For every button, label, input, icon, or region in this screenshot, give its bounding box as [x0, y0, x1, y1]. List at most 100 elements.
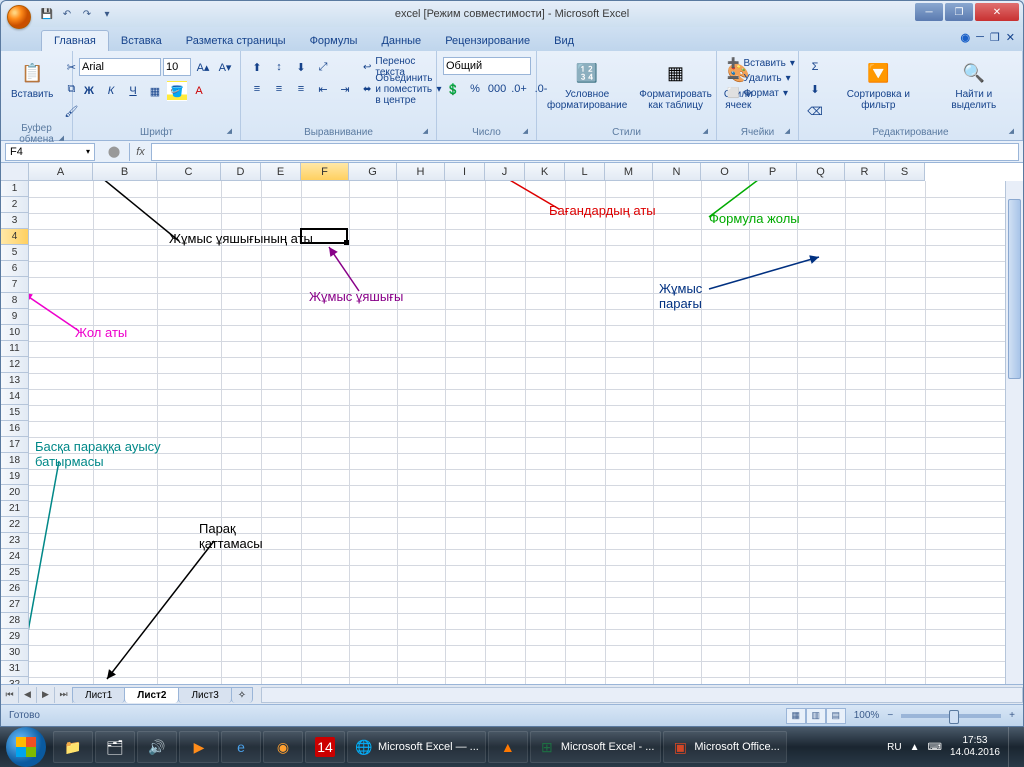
autosum-icon[interactable]: Σ [805, 57, 825, 77]
row-header-17[interactable]: 17 [1, 437, 29, 453]
row-header-10[interactable]: 10 [1, 325, 29, 341]
format-cells-button[interactable]: ⬜Формат▾ [723, 87, 799, 100]
sheet-nav-first[interactable]: ⏮ [1, 687, 19, 703]
column-header-B[interactable]: B [93, 163, 157, 181]
view-normal-icon[interactable]: ▦ [786, 708, 806, 724]
row-header-20[interactable]: 20 [1, 485, 29, 501]
office-button[interactable] [7, 5, 31, 29]
row-header-9[interactable]: 9 [1, 309, 29, 325]
show-desktop-button[interactable] [1008, 727, 1020, 767]
column-header-O[interactable]: O [701, 163, 749, 181]
fill-color-icon[interactable]: 🪣 [167, 81, 187, 101]
row-header-30[interactable]: 30 [1, 645, 29, 661]
redo-icon[interactable]: ↷ [79, 6, 95, 22]
column-header-F[interactable]: F [301, 163, 349, 181]
column-header-I[interactable]: I [445, 163, 485, 181]
undo-icon[interactable]: ↶ [59, 6, 75, 22]
cells-area[interactable]: Жұмыс ұяшығының аты Жұмыс ұяшығы Бағанда… [29, 181, 1005, 684]
row-header-2[interactable]: 2 [1, 197, 29, 213]
clear-icon[interactable]: ⌫ [805, 101, 825, 121]
zoom-out-icon[interactable]: − [887, 710, 893, 721]
formula-input[interactable] [151, 143, 1019, 161]
doc-close-icon[interactable]: ✕ [1006, 31, 1015, 44]
column-header-R[interactable]: R [845, 163, 885, 181]
column-header-H[interactable]: H [397, 163, 445, 181]
shrink-font-icon[interactable]: A▾ [215, 57, 235, 77]
column-header-D[interactable]: D [221, 163, 261, 181]
column-header-S[interactable]: S [885, 163, 925, 181]
row-header-6[interactable]: 6 [1, 261, 29, 277]
taskbar-powerpoint[interactable]: ▣Microsoft Office... [663, 731, 786, 763]
sheet-tab-3[interactable]: Лист3 [178, 687, 231, 703]
find-select-button[interactable]: 🔍Найти и выделить [932, 57, 1016, 113]
row-header-21[interactable]: 21 [1, 501, 29, 517]
vertical-scrollbar[interactable] [1005, 181, 1023, 684]
bold-button[interactable]: Ж [79, 81, 99, 101]
column-header-G[interactable]: G [349, 163, 397, 181]
column-header-E[interactable]: E [261, 163, 301, 181]
tab-insert[interactable]: Вставка [109, 31, 174, 51]
active-cell[interactable] [300, 228, 348, 244]
row-header-4[interactable]: 4 [1, 229, 29, 245]
row-header-13[interactable]: 13 [1, 373, 29, 389]
italic-button[interactable]: К [101, 81, 121, 101]
align-right-icon[interactable]: ≡ [291, 79, 311, 99]
paste-button[interactable]: 📋 Вставить [7, 57, 57, 102]
row-header-18[interactable]: 18 [1, 453, 29, 469]
border-icon[interactable]: ▦ [145, 81, 165, 101]
minimize-ribbon-icon[interactable]: ─ [976, 31, 984, 44]
help-icon[interactable]: ◉ [961, 31, 971, 44]
tab-review[interactable]: Рецензирование [433, 31, 542, 51]
row-header-19[interactable]: 19 [1, 469, 29, 485]
tray-clock[interactable]: 17:53 14.04.2016 [950, 735, 1000, 759]
align-bottom-icon[interactable]: ⬇ [291, 57, 311, 77]
column-header-C[interactable]: C [157, 163, 221, 181]
row-header-29[interactable]: 29 [1, 629, 29, 645]
merge-button[interactable]: ⬌Объединить и поместить в центре▾ [359, 79, 446, 99]
indent-inc-icon[interactable]: ⇥ [335, 79, 355, 99]
taskbar-sound[interactable]: 🔊 [137, 731, 177, 763]
fill-icon[interactable]: ⬇ [805, 79, 825, 99]
view-break-icon[interactable]: ▤ [826, 708, 846, 724]
column-header-Q[interactable]: Q [797, 163, 845, 181]
row-header-8[interactable]: 8 [1, 293, 29, 309]
sheet-nav-prev[interactable]: ◀ [19, 687, 37, 703]
taskbar-app2[interactable]: 14 [305, 731, 345, 763]
row-header-23[interactable]: 23 [1, 533, 29, 549]
worksheet-grid[interactable]: ABCDEFGHIJKLMNOPQRS 12345678910111213141… [1, 163, 1023, 684]
font-name-input[interactable] [79, 58, 161, 76]
align-center-icon[interactable]: ≡ [269, 79, 289, 99]
start-button[interactable] [6, 727, 46, 767]
currency-icon[interactable]: 💲 [443, 79, 463, 99]
save-icon[interactable]: 💾 [39, 6, 55, 22]
row-header-27[interactable]: 27 [1, 597, 29, 613]
column-header-J[interactable]: J [485, 163, 525, 181]
font-size-input[interactable] [163, 58, 191, 76]
row-header-16[interactable]: 16 [1, 421, 29, 437]
row-header-31[interactable]: 31 [1, 661, 29, 677]
row-header-26[interactable]: 26 [1, 581, 29, 597]
column-header-L[interactable]: L [565, 163, 605, 181]
taskbar-ie[interactable]: e [221, 731, 261, 763]
column-header-K[interactable]: K [525, 163, 565, 181]
format-table-button[interactable]: ▦Форматировать как таблицу [635, 57, 716, 113]
tab-layout[interactable]: Разметка страницы [174, 31, 298, 51]
tab-home[interactable]: Главная [41, 30, 109, 51]
taskbar-explorer[interactable]: 📁 [53, 731, 93, 763]
row-header-22[interactable]: 22 [1, 517, 29, 533]
view-layout-icon[interactable]: ▥ [806, 708, 826, 724]
zoom-slider[interactable] [901, 714, 1001, 718]
align-left-icon[interactable]: ≡ [247, 79, 267, 99]
row-header-3[interactable]: 3 [1, 213, 29, 229]
sheet-tab-2[interactable]: Лист2 [124, 687, 179, 703]
percent-icon[interactable]: % [465, 79, 485, 99]
grow-font-icon[interactable]: A▴ [193, 57, 213, 77]
horizontal-scrollbar[interactable] [261, 687, 1023, 703]
tray-lang[interactable]: RU [887, 742, 901, 753]
fx-button[interactable]: fx [129, 143, 151, 161]
column-header-M[interactable]: M [605, 163, 653, 181]
taskbar-app1[interactable]: ◉ [263, 731, 303, 763]
sort-filter-button[interactable]: 🔽Сортировка и фильтр [829, 57, 928, 113]
row-header-28[interactable]: 28 [1, 613, 29, 629]
font-color-icon[interactable]: A [189, 81, 209, 101]
